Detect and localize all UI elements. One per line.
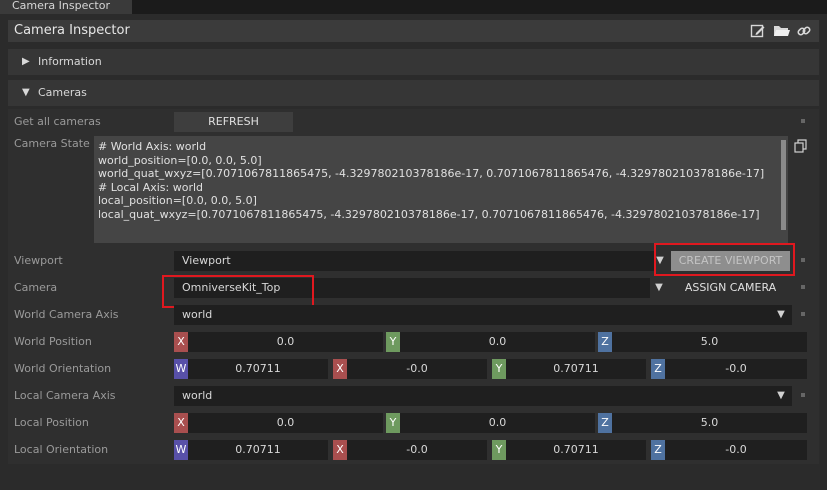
state-line: local_position=[0.0, 0.0, 5.0] <box>98 194 257 207</box>
state-scrollbar[interactable] <box>781 140 786 230</box>
world-orientation-label: World Orientation <box>14 362 112 375</box>
reset-dot[interactable] <box>801 312 805 316</box>
axis-z-badge: Z <box>598 413 612 433</box>
state-line: local_quat_wxyz=[0.7071067811865475, -4.… <box>98 207 760 221</box>
world-position-y-field[interactable]: 0.0 <box>400 332 595 352</box>
axis-x-badge: X <box>333 359 347 379</box>
camera-state-label: Camera State <box>14 137 90 150</box>
folder-icon[interactable] <box>773 23 790 39</box>
link-icon[interactable] <box>796 23 812 39</box>
axis-x-badge: X <box>333 440 347 460</box>
axis-z-badge: Z <box>651 359 665 379</box>
world-camera-axis-dropdown[interactable]: world <box>174 305 792 325</box>
world-position-z-field[interactable]: 5.0 <box>612 332 807 352</box>
axis-z-badge: Z <box>598 332 612 352</box>
local-orientation-x-field[interactable]: -0.0 <box>347 440 487 460</box>
highlight-box <box>162 275 314 308</box>
world-orientation-y-field[interactable]: 0.70711 <box>506 359 646 379</box>
section-information[interactable] <box>8 49 819 75</box>
reset-dot[interactable] <box>801 285 805 289</box>
local-position-z-field[interactable]: 5.0 <box>612 413 807 433</box>
assign-camera-button[interactable]: ASSIGN CAMERA <box>671 278 790 298</box>
triangle-down-icon: ▼ <box>22 87 30 98</box>
window-title: Camera Inspector <box>14 23 130 38</box>
camera-label: Camera <box>14 281 58 294</box>
dropdown-arrow-icon[interactable]: ▼ <box>776 386 786 406</box>
dropdown-arrow-icon[interactable]: ▼ <box>654 278 664 298</box>
world-orientation-z-field[interactable]: -0.0 <box>665 359 807 379</box>
state-line: # Local Axis: world <box>98 180 204 194</box>
tab-camera-inspector[interactable]: Camera Inspector <box>0 0 132 14</box>
local-camera-axis-dropdown[interactable]: world <box>174 386 792 406</box>
section-cameras-label: Cameras <box>38 86 87 99</box>
state-line: # World Axis: world <box>98 140 207 153</box>
local-position-y-field[interactable]: 0.0 <box>400 413 595 433</box>
world-orientation-x-field[interactable]: -0.0 <box>347 359 487 379</box>
reset-dot[interactable] <box>801 119 805 123</box>
axis-y-badge: Y <box>386 332 400 352</box>
refresh-button[interactable]: REFRESH <box>174 112 293 132</box>
local-position-label: Local Position <box>14 416 89 429</box>
copy-icon[interactable] <box>794 139 808 153</box>
axis-y-badge: Y <box>386 413 400 433</box>
section-cameras[interactable] <box>8 80 819 106</box>
viewport-dropdown[interactable]: Viewport <box>174 251 654 271</box>
reset-dot[interactable] <box>801 393 805 397</box>
section-information-label: Information <box>38 55 102 68</box>
state-line: world_quat_wxyz=[0.7071067811865475, -4.… <box>98 167 765 180</box>
axis-y-badge: Y <box>492 440 506 460</box>
world-camera-axis-label: World Camera Axis <box>14 308 119 321</box>
edit-icon[interactable] <box>750 23 766 39</box>
camera-state-text[interactable]: # World Axis: world world_position=[0.0, … <box>94 136 788 243</box>
world-orientation-w-field[interactable]: 0.70711 <box>188 359 328 379</box>
dropdown-arrow-icon[interactable]: ▼ <box>776 305 786 325</box>
axis-x-badge: X <box>174 332 188 352</box>
reset-dot[interactable] <box>801 258 805 262</box>
local-camera-axis-label: Local Camera Axis <box>14 389 116 402</box>
local-orientation-w-field[interactable]: 0.70711 <box>188 440 328 460</box>
local-orientation-z-field[interactable]: -0.0 <box>665 440 807 460</box>
local-position-x-field[interactable]: 0.0 <box>188 413 383 433</box>
state-line: world_position=[0.0, 0.0, 5.0] <box>98 153 262 167</box>
axis-y-badge: Y <box>492 359 506 379</box>
axis-w-badge: W <box>174 359 188 379</box>
world-position-x-field[interactable]: 0.0 <box>188 332 383 352</box>
world-position-label: World Position <box>14 335 92 348</box>
get-all-cameras-label: Get all cameras <box>14 115 101 128</box>
highlight-box <box>654 243 795 276</box>
axis-w-badge: W <box>174 440 188 460</box>
axis-x-badge: X <box>174 413 188 433</box>
triangle-right-icon: ▶ <box>22 56 30 67</box>
axis-z-badge: Z <box>651 440 665 460</box>
local-orientation-y-field[interactable]: 0.70711 <box>506 440 646 460</box>
local-orientation-label: Local Orientation <box>14 443 109 456</box>
viewport-label: Viewport <box>14 254 63 267</box>
